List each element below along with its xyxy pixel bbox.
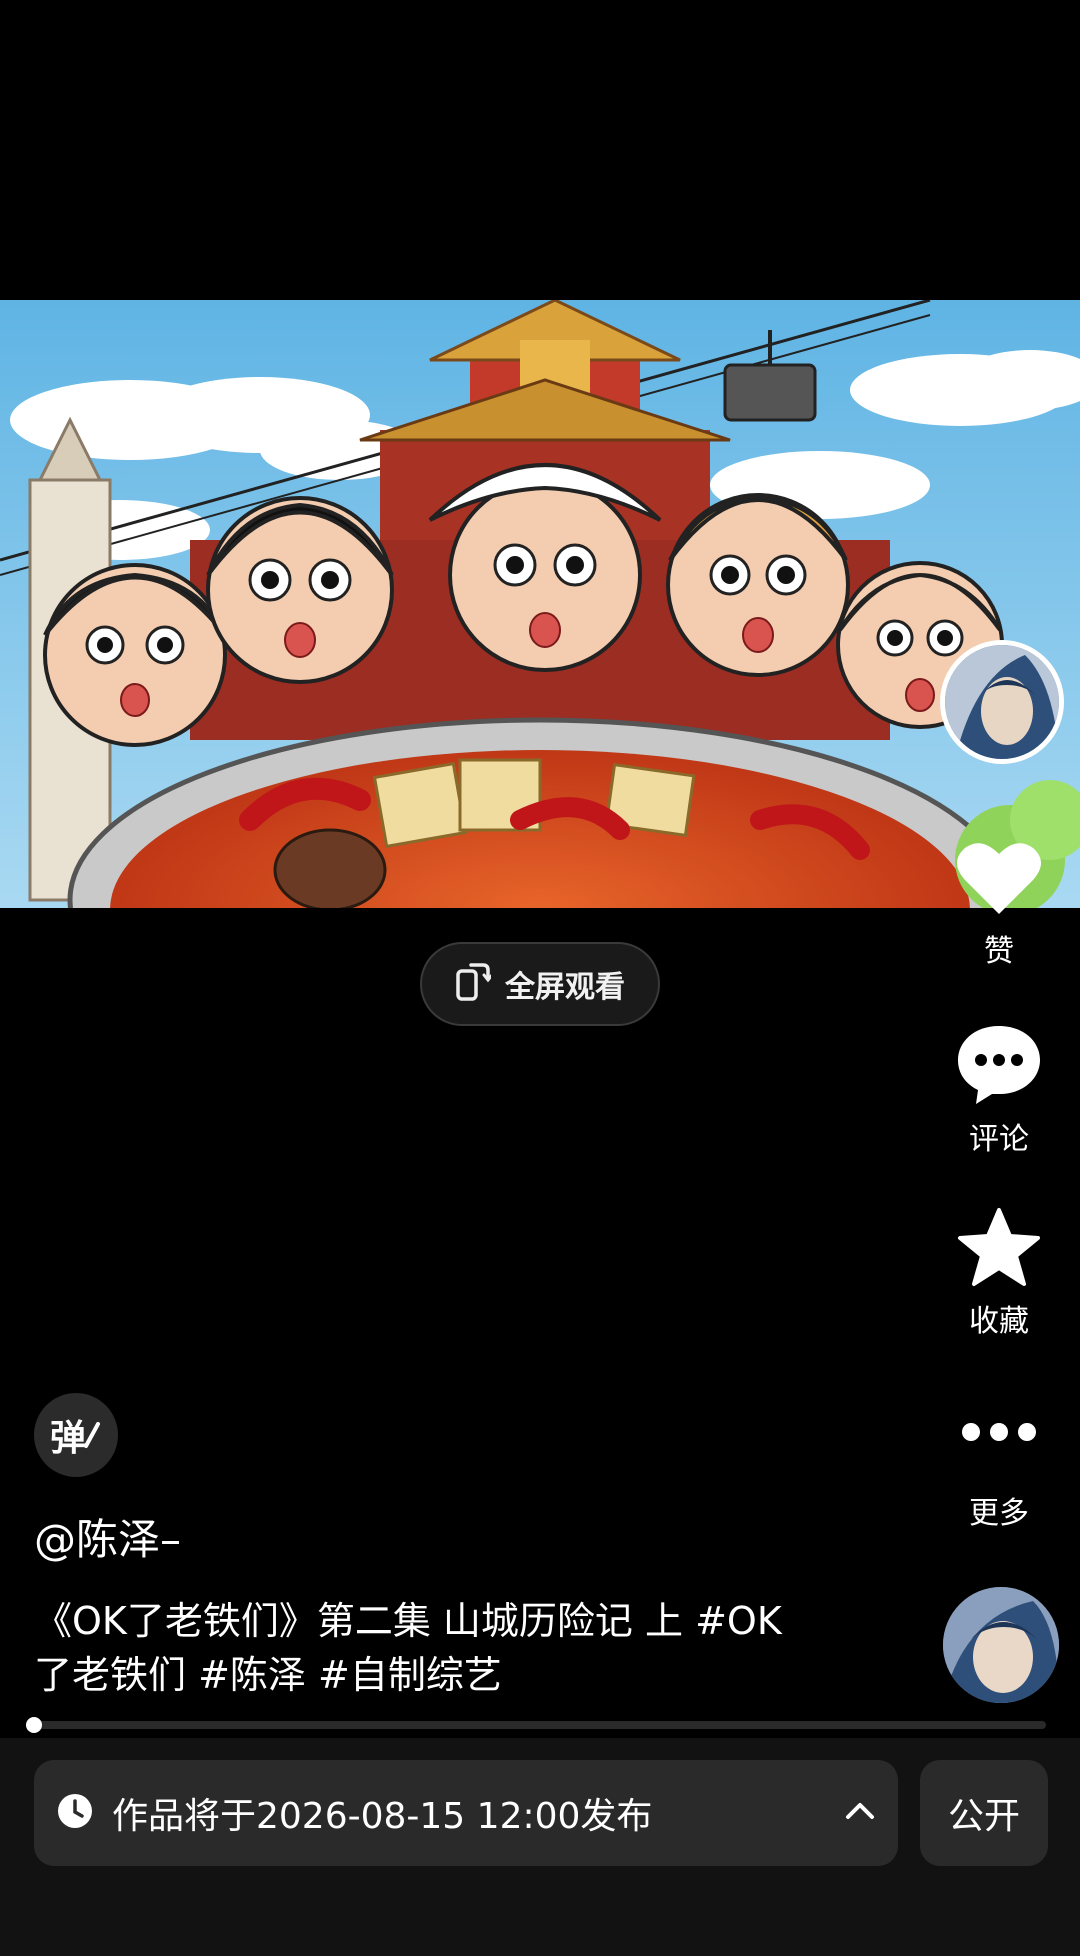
favorite-label: 收藏 <box>969 1304 1029 1339</box>
visibility-label: 公开 <box>947 1796 1020 1837</box>
more-dots-icon <box>959 1423 1039 1448</box>
danmu-toggle-button[interactable]: 弹 <box>34 1393 118 1477</box>
comment-button[interactable]: 评论 <box>944 1022 1054 1158</box>
danmu-label: 弹 <box>49 1418 86 1459</box>
like-button[interactable]: 赞 <box>944 838 1054 970</box>
comment-label: 评论 <box>969 1122 1029 1157</box>
visibility-button[interactable]: 公开 <box>920 1760 1048 1866</box>
heart-icon <box>955 843 1043 922</box>
video-player[interactable] <box>0 300 1080 908</box>
danmu-slash-icon <box>84 1422 100 1448</box>
like-label: 赞 <box>984 934 1014 969</box>
fullscreen-rotate-icon <box>455 961 494 1007</box>
clock-icon <box>56 1792 94 1834</box>
chevron-up-icon[interactable] <box>844 1801 876 1825</box>
schedule-publish-bar[interactable]: 作品将于2026-08-15 12:00发布 <box>34 1760 898 1866</box>
star-icon <box>956 1208 1042 1292</box>
post-description: 《OK了老铁们》第二集 山城历险记 上 #OK了老铁们 #陈泽 #自制综艺 <box>34 1599 782 1697</box>
sound-disc-avatar[interactable] <box>943 1587 1059 1703</box>
fullscreen-label: 全屏观看 <box>505 970 625 1005</box>
schedule-text: 作品将于2026-08-15 12:00发布 <box>112 1796 653 1837</box>
more-label: 更多 <box>969 1496 1029 1531</box>
progress-knob[interactable] <box>26 1717 42 1733</box>
author-handle[interactable]: @陈泽– <box>34 1506 181 1567</box>
creator-avatar[interactable] <box>940 640 1064 764</box>
progress-track[interactable] <box>34 1721 1046 1729</box>
video-thumbnail <box>0 300 1080 908</box>
more-button[interactable]: 更多 <box>944 1420 1054 1532</box>
fullscreen-button[interactable]: 全屏观看 <box>420 942 660 1026</box>
favorite-button[interactable]: 收藏 <box>944 1206 1054 1340</box>
comment-bubble-icon <box>954 1026 1044 1110</box>
